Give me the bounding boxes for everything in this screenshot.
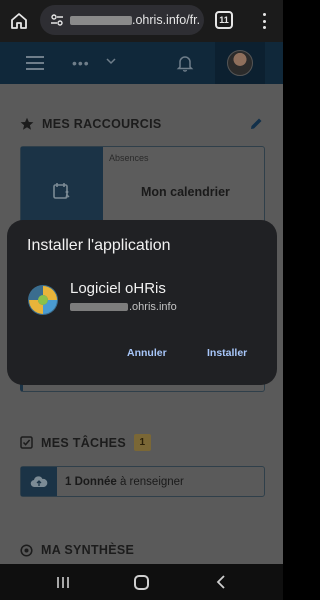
checkbox-icon [20, 436, 33, 449]
user-menu-button[interactable] [215, 42, 265, 84]
summary-section-title: MA SYNTHÈSE [20, 543, 134, 557]
back-icon[interactable] [216, 575, 226, 589]
star-icon [20, 117, 34, 130]
tasks-count-badge: 1 [133, 434, 151, 451]
task-desc-text: à renseigner [116, 475, 184, 488]
shortcut-category: Absences [109, 153, 149, 163]
dialog-title: Installer l'application [27, 237, 171, 254]
recent-apps-icon[interactable] [56, 576, 70, 589]
cloud-upload-icon [21, 467, 57, 496]
app-header: ••• [0, 42, 283, 84]
tasks-title-text: MES TÂCHES [41, 435, 126, 450]
install-button[interactable]: Installer [207, 347, 247, 359]
avatar [227, 50, 253, 76]
tab-switcher-button[interactable]: 11 [215, 11, 233, 29]
target-icon [20, 543, 33, 557]
url-text: .ohris.info/fr. [132, 13, 201, 27]
menu-icon[interactable] [26, 56, 44, 70]
redacted-text [70, 15, 132, 25]
apps-dots-icon[interactable]: ••• [72, 55, 90, 71]
app-domain: .ohris.info [70, 301, 177, 313]
home-button-icon[interactable] [134, 575, 149, 590]
chevron-down-icon[interactable] [106, 57, 116, 65]
summary-title-text: MA SYNTHÈSE [41, 543, 135, 557]
task-count-text: 1 Donnée [65, 475, 117, 488]
task-row[interactable]: 1 Donnée à renseigner [20, 466, 265, 497]
cancel-button[interactable]: Annuler [127, 347, 167, 359]
redacted-text [70, 303, 128, 311]
ohris-logo-icon [28, 285, 58, 315]
app-name: Logiciel oHRis [70, 280, 166, 297]
pencil-icon[interactable] [250, 117, 263, 130]
shortcuts-title-text: MES RACCOURCIS [42, 117, 162, 131]
site-settings-icon[interactable] [50, 13, 64, 27]
bell-icon[interactable] [176, 54, 194, 72]
install-app-dialog: Installer l'application Logiciel oHRis .… [7, 220, 277, 385]
shortcuts-section-title: MES RACCOURCIS [20, 117, 161, 131]
task-text: 1 Donnée à renseigner [65, 476, 184, 488]
home-icon[interactable] [0, 12, 38, 30]
address-bar[interactable]: .ohris.info/fr. [40, 5, 204, 35]
system-nav-bar [0, 564, 283, 600]
tasks-section-title: MES TÂCHES 1 [20, 434, 151, 451]
shortcut-label: Mon calendrier [141, 185, 230, 199]
more-options-icon[interactable] [257, 11, 271, 31]
domain-text: .ohris.info [129, 301, 177, 313]
